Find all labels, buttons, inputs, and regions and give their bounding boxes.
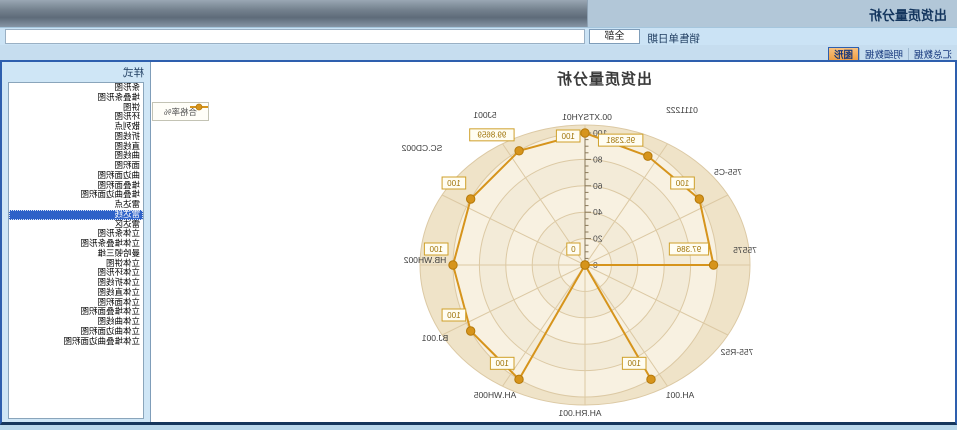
value-label: 100 [429,245,443,254]
category-label: 5J001 [473,110,496,120]
value-label: 100 [447,311,461,320]
filter-bar: 销售单日期 全部 [0,27,957,45]
data-point [644,152,652,160]
chart-title: 出货质量分析 [504,68,704,89]
value-label: 99.8659 [477,131,506,140]
category-label: AH.001 [666,390,695,400]
date-filter-label: 销售单日期 [648,31,701,46]
category-label: 755-C5 [714,167,742,177]
data-point [695,195,703,203]
axis-tick-label: 60 [593,181,603,191]
category-label: HB.WH002 [403,255,446,265]
data-point [581,261,589,269]
page-title: 出货质量分析 [869,5,947,24]
category-label: AH.WH005 [473,390,516,400]
tab-bar: 汇总数据明细数据图形 [0,45,957,60]
value-label: 100 [627,359,641,368]
category-label: 75575 [733,245,757,255]
category-label: BJ.001 [421,333,448,343]
date-range-input[interactable] [5,29,585,44]
data-point [709,261,717,269]
data-point [449,261,457,269]
data-point [466,327,474,335]
value-label: 100 [495,359,509,368]
value-label: 95.2381 [606,136,635,145]
content-frame: 02040608010010099.8659100100100100010097… [0,60,957,425]
date-scope-select[interactable]: 全部 [589,29,640,44]
data-point [581,129,589,137]
style-panel-header: 样式 [123,65,144,80]
data-point [466,195,474,203]
title-bar-banner [0,0,588,27]
category-label: 0111222 [666,105,698,115]
axis-tick-label: 40 [593,207,603,217]
chart-canvas: 02040608010010099.8659100100100100010097… [150,62,955,422]
axis-tick-label: 80 [593,154,603,164]
data-point [515,147,523,155]
axis-tick-label: 20 [593,234,603,244]
value-label: 100 [561,132,575,141]
list-item[interactable]: 立体堆叠曲边面积图 [9,337,143,347]
radar-chart: 02040608010010099.8659100100100100010097… [150,62,955,422]
title-bar: 出货质量分析 [0,0,957,27]
chart-style-listbox[interactable]: 条形图堆叠条形图饼图环形图散列点折线图直线图曲线图面积图曲边面积图堆叠面积图堆叠… [8,82,144,419]
app-window: 出货质量分析 销售单日期 全部 汇总数据明细数据图形 0 20 40 60 80 100 1… [0,0,957,430]
data-point [515,375,523,383]
category-label: AH.RH.001 [558,408,601,418]
value-label: 97.386 [676,245,701,254]
value-label: 100 [447,179,461,188]
category-label: 00.XTSYH01 [562,112,612,122]
value-label: 0 [571,245,576,254]
style-panel: 样式 条形图堆叠条形图饼图环形图散列点折线图直线图曲线图面积图曲边面积图堆叠面积… [2,62,150,422]
chart-legend: 合格率% [152,102,209,121]
category-label: SC.CD002 [401,143,442,153]
value-label: 100 [675,179,689,188]
legend-series-marker [190,103,208,111]
data-point [647,375,655,383]
category-label: 755-R52 [720,347,753,357]
